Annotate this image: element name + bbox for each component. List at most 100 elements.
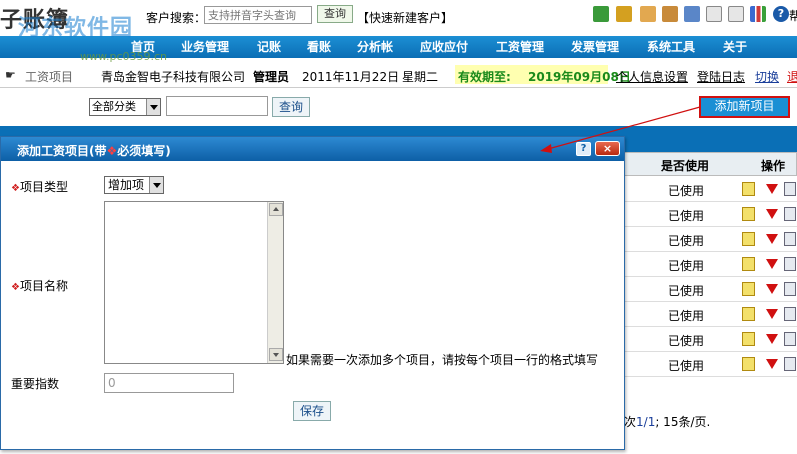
quick-add-customer-link[interactable]: 【快速新建客户】 [357,9,453,26]
row-status: 已使用 [668,184,705,198]
dialog-title: 添加工资项目(带❖必须填写) [17,142,171,159]
table-row: 已使用 [624,352,797,377]
user-icon[interactable] [616,6,632,22]
current-date: 2011年11月22日 [302,70,400,84]
flag-icon[interactable] [766,334,778,344]
document-icon[interactable] [784,257,796,271]
chevron-down-icon [149,177,163,193]
weight-input[interactable]: 0 [104,373,234,393]
customer-search-label: 客户搜索： [146,11,207,25]
document-icon[interactable] [784,207,796,221]
edit-icon[interactable] [742,307,755,321]
add-user-icon[interactable] [593,6,609,22]
folder-icon[interactable] [640,6,656,22]
chart-icon[interactable] [750,6,766,22]
nav-system-tools[interactable]: 系统工具 [647,38,695,56]
row-status: 已使用 [668,359,705,373]
logout-link[interactable]: 退 [787,68,797,85]
save-button[interactable]: 保存 [293,401,331,421]
document-icon[interactable] [784,332,796,346]
dialog-title-prefix: 添加工资项目(带 [17,144,107,158]
flag-icon[interactable] [766,234,778,244]
edit-icon[interactable] [742,182,755,196]
category-filter-value: 全部分类 [92,100,136,113]
switch-link[interactable]: 切换 [755,68,779,85]
table-row: 已使用 [624,302,797,327]
edit-icon[interactable] [742,357,755,371]
customer-search-button[interactable]: 查询 [317,5,353,23]
item-type-select[interactable]: 增加项 [104,176,164,194]
document-icon[interactable] [784,232,796,246]
current-weekday: 星期二 [402,70,439,84]
nav-invoice[interactable]: 发票管理 [571,38,619,56]
edit-icon[interactable] [742,207,755,221]
column-in-use: 是否使用 [661,159,710,173]
table-row: 已使用 [624,177,797,202]
help-text[interactable]: 帮 [789,7,797,24]
edit-icon[interactable] [742,282,755,296]
item-name-label-text: 项目名称 [19,279,68,293]
document-icon[interactable] [784,357,796,371]
nav-bookkeeping[interactable]: 记账 [257,38,281,56]
table-row: 已使用 [624,252,797,277]
flag-icon[interactable] [766,359,778,369]
dialog-close-button[interactable]: × [595,141,620,156]
document-icon[interactable] [784,307,796,321]
dialog-help-button[interactable]: ? [576,142,591,156]
document-icon[interactable] [784,182,796,196]
dialog-title-bar[interactable]: 添加工资项目(带❖必须填写) ? × [1,137,624,161]
table-row: 已使用 [624,227,797,252]
nav-payroll[interactable]: 工资管理 [496,38,544,56]
scroll-down-icon[interactable] [269,348,283,361]
nav-analysis[interactable]: 分析帐 [357,38,393,56]
profile-settings-link[interactable]: 个人信息设置 [616,68,688,85]
item-name-hint: 如果需要一次添加多个项目，请按每个项目一行的格式填写 [286,353,599,367]
nav-about[interactable]: 关于 [723,38,747,56]
flag-icon[interactable] [766,209,778,219]
item-name-label: ❖项目名称 [11,277,68,294]
pager-prefix: 次 [624,415,637,429]
login-log-link[interactable]: 登陆日志 [697,68,745,85]
document-icon[interactable] [784,282,796,296]
textarea-scrollbar[interactable] [267,202,283,363]
breadcrumb-icon: ☛ [5,68,16,82]
table-row: 已使用 [624,202,797,227]
nav-business[interactable]: 业务管理 [181,38,229,56]
mail-icon[interactable] [684,6,700,22]
weight-label: 重要指数 [11,377,60,391]
row-status: 已使用 [668,209,705,223]
flag-icon[interactable] [766,259,778,269]
item-search-input[interactable] [166,96,268,116]
scroll-up-icon[interactable] [269,203,283,216]
dialog-title-suffix: 必须填写) [117,144,171,158]
item-type-value: 增加项 [108,178,145,192]
customer-search-input[interactable] [204,6,312,24]
required-mark-icon: ❖ [11,183,20,194]
item-type-label-text: 项目类型 [19,180,68,194]
flag-icon[interactable] [766,309,778,319]
pager-page[interactable]: 1/1 [636,415,655,429]
nav-receivable-payable[interactable]: 应收应付 [420,38,468,56]
required-mark-icon: ❖ [11,282,20,293]
add-new-item-button[interactable]: 添加新项目 [699,96,790,118]
flag-icon[interactable] [766,184,778,194]
nav-view-accounts[interactable]: 看账 [307,38,331,56]
table-row: 已使用 [624,327,797,352]
row-status: 已使用 [668,309,705,323]
help-icon[interactable]: ? [773,6,789,22]
item-name-textarea[interactable] [104,201,284,364]
item-search-button[interactable]: 查询 [272,97,310,117]
edit-icon[interactable] [742,257,755,271]
edit-icon[interactable] [742,232,755,246]
flag-icon[interactable] [766,284,778,294]
folder-open-icon[interactable] [662,6,678,22]
table-row: 已使用 [624,277,797,302]
pager-suffix: ; 15条/页. [655,415,711,429]
import-icon[interactable] [728,6,744,22]
export-icon[interactable] [706,6,722,22]
category-filter-select[interactable]: 全部分类 [89,98,161,116]
breadcrumb: 工资项目 [25,70,74,84]
required-mark-icon: ❖ [106,144,118,158]
edit-icon[interactable] [742,332,755,346]
pagination: 次1/1; 15条/页. [624,413,710,430]
